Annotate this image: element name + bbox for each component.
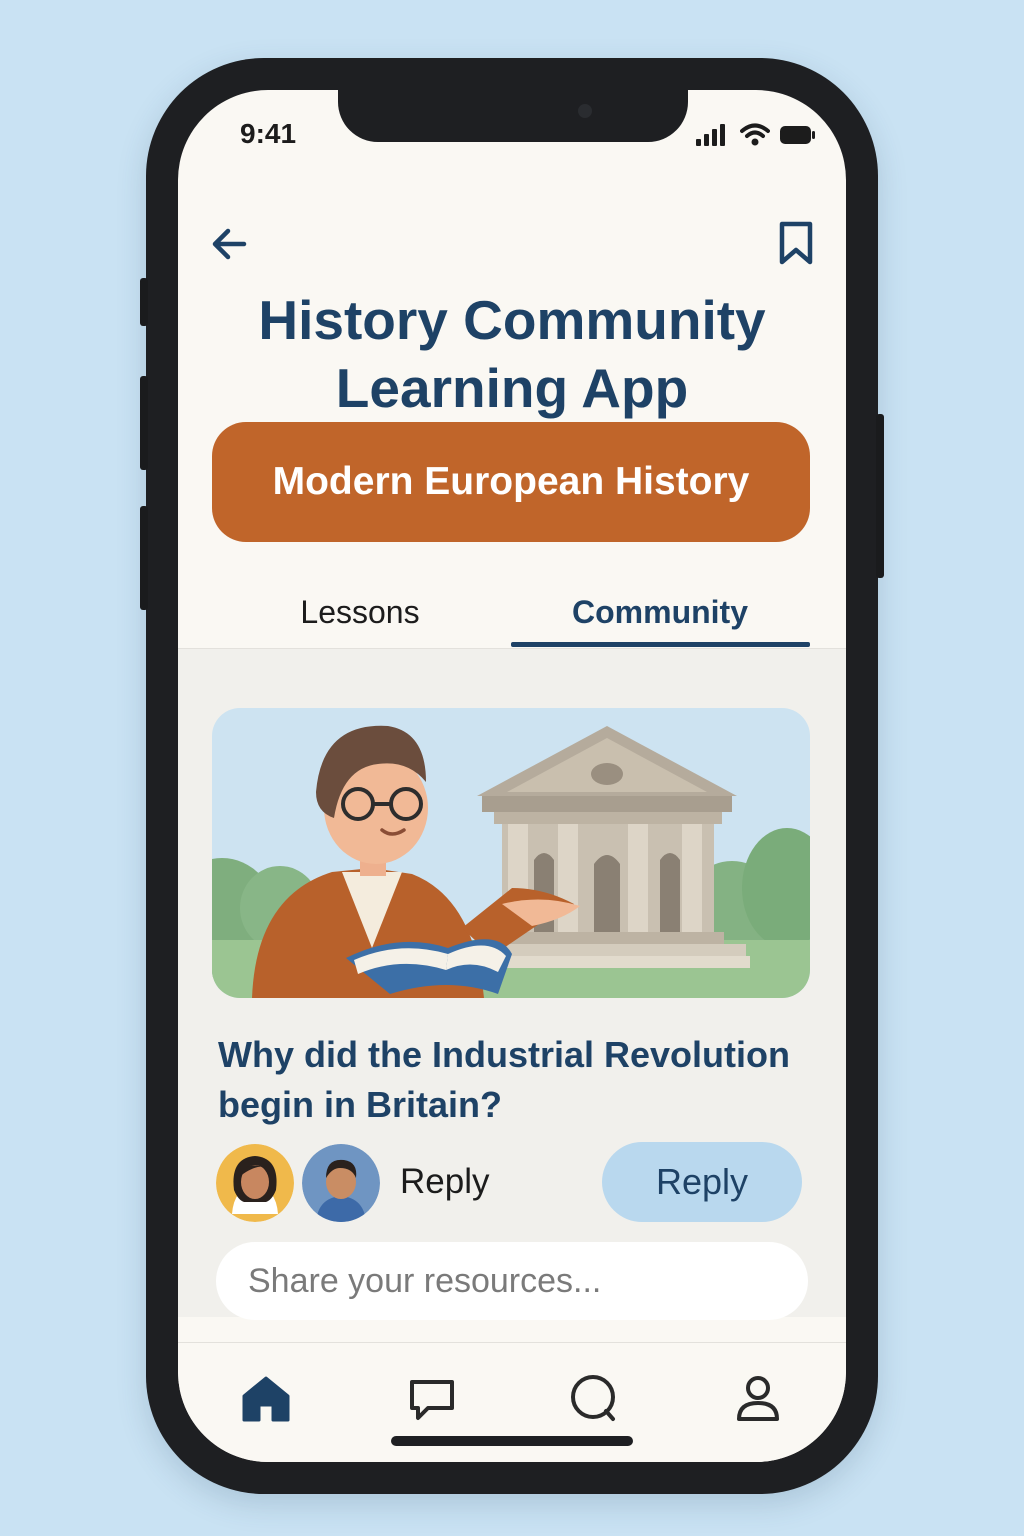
page-title-line-2: Learning App [335,357,689,419]
post-question[interactable]: Why did the Industrial Revolution begin … [218,1030,818,1130]
tab-community[interactable]: Community [510,576,810,648]
nav-search[interactable] [564,1369,624,1429]
signal-icon [696,124,725,146]
phone-mute-switch [140,278,148,326]
avatar[interactable] [216,1144,294,1222]
chat-bubble-icon [410,1380,454,1420]
share-resources-input[interactable] [216,1242,808,1320]
nav-profile[interactable] [728,1369,788,1429]
post-question-line-1: Why did the Industrial Revolution [218,1034,790,1075]
arrow-left-icon[interactable] [208,222,252,266]
hero-illustration [212,708,810,998]
reply-link[interactable]: Reply [400,1162,489,1202]
reply-button[interactable]: Reply [602,1142,802,1222]
phone-volume-down [140,506,148,610]
nav-chat[interactable] [402,1369,462,1429]
status-time: 9:41 [240,118,297,149]
tab-bar: Lessons Community [178,576,846,648]
avatar[interactable] [302,1144,380,1222]
phone-power-button [876,414,884,578]
battery-icon [780,126,815,144]
post-question-line-2: begin in Britain? [218,1084,502,1125]
active-tab-indicator [511,642,810,647]
search-icon [571,1375,615,1421]
profile-icon [737,1376,779,1421]
page-title: History Community Learning App [178,286,846,422]
notch [338,90,688,142]
page-title-line-1: History Community [258,289,766,351]
tab-lessons[interactable]: Lessons [210,576,510,648]
phone-frame: 9:41 History Community Learning App Mode… [140,58,884,1494]
status-icons [696,120,816,150]
home-indicator[interactable] [391,1436,633,1446]
bookmark-icon[interactable] [776,220,816,266]
nav-home[interactable] [236,1369,296,1429]
home-icon [242,1376,290,1422]
course-button[interactable]: Modern European History [212,422,810,542]
app-screen: 9:41 History Community Learning App Mode… [178,90,846,1462]
wifi-icon [740,123,770,146]
phone-volume-up [140,376,148,470]
